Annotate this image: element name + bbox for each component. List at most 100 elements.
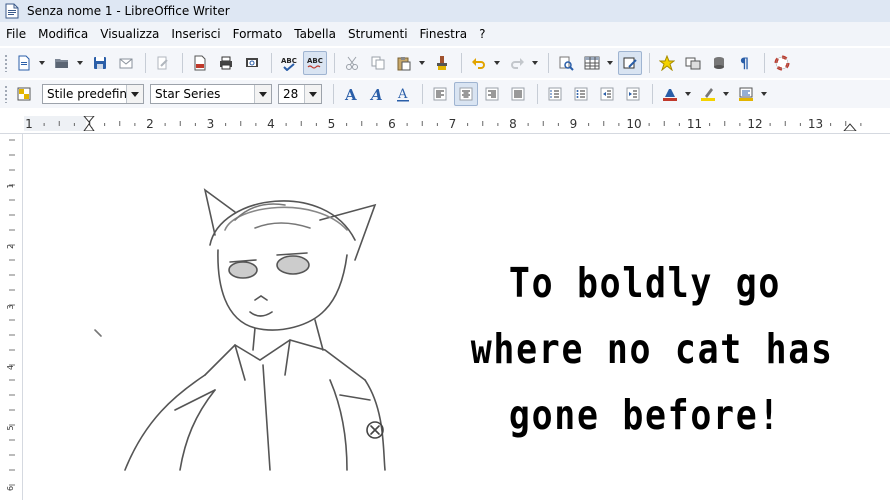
print-preview-icon: [246, 58, 258, 67]
ruler-tick-label: 2: [146, 117, 154, 131]
font-color-icon: [663, 89, 677, 101]
undo-button[interactable]: [467, 51, 491, 75]
menu-visualizza[interactable]: Visualizza: [94, 27, 165, 41]
bold-button[interactable]: A: [339, 82, 363, 106]
cut-button[interactable]: [340, 51, 364, 75]
export-pdf-button[interactable]: [188, 51, 212, 75]
font-color-dropdown[interactable]: [684, 82, 692, 106]
increase-indent-button[interactable]: [621, 82, 645, 106]
menu-strumenti[interactable]: Strumenti: [342, 27, 414, 41]
menu-tabella[interactable]: Tabella: [288, 27, 342, 41]
ruler-tick-label: 11: [687, 117, 702, 131]
menu-modifica[interactable]: Modifica: [32, 27, 94, 41]
bold-a-icon: A: [344, 86, 357, 102]
redo-dropdown[interactable]: [531, 51, 539, 75]
paragraph-style-combo[interactable]: Stile predefinito: [42, 84, 144, 104]
background-color-icon: [739, 87, 753, 101]
clone-formatting-button[interactable]: [430, 51, 454, 75]
find-replace-icon: [559, 56, 574, 71]
undo-dropdown[interactable]: [493, 51, 501, 75]
undo-icon: [472, 58, 485, 69]
help-button[interactable]: [770, 51, 794, 75]
quote-line-2: where no cat has: [470, 325, 834, 373]
floppy-disk-icon: [94, 57, 106, 69]
toolbar-grip[interactable]: [4, 54, 8, 72]
align-center-icon: [459, 87, 473, 101]
bullets-button[interactable]: [569, 82, 593, 106]
spellcheck-button[interactable]: ABC: [277, 51, 301, 75]
save-button[interactable]: [88, 51, 112, 75]
justify-icon: [511, 87, 525, 101]
ruler-tick-label: 9: [570, 117, 578, 131]
cat-sketch-image[interactable]: [85, 150, 400, 475]
data-sources-button[interactable]: [707, 51, 731, 75]
ruler-tick-label: 8: [509, 117, 517, 131]
align-right-icon: [485, 87, 499, 101]
toolbar-separator: [764, 53, 765, 73]
toolbar-separator: [652, 84, 653, 104]
vertical-ruler-scale: 123456: [6, 139, 15, 491]
highlighting-button[interactable]: [696, 82, 720, 106]
quote-line-1: To boldly go: [508, 259, 782, 307]
find-replace-button[interactable]: [554, 51, 578, 75]
menu-help[interactable]: ?: [473, 27, 491, 41]
open-dropdown[interactable]: [76, 51, 84, 75]
font-name-combo[interactable]: Star Series: [150, 84, 272, 104]
new-document-dropdown[interactable]: [38, 51, 46, 75]
autospellcheck-button[interactable]: ABC: [303, 51, 327, 75]
align-left-button[interactable]: [428, 82, 452, 106]
align-right-button[interactable]: [480, 82, 504, 106]
font-size-combo[interactable]: 28: [278, 84, 322, 104]
svg-text:¶: ¶: [740, 56, 749, 71]
vertical-ruler-tick-label: 6: [6, 486, 15, 491]
underline-button[interactable]: A: [391, 82, 415, 106]
decrease-indent-button[interactable]: [595, 82, 619, 106]
menu-finestra[interactable]: Finestra: [414, 27, 474, 41]
edit-mode-button[interactable]: [151, 51, 175, 75]
clipboard-icon: [397, 57, 411, 71]
paste-button[interactable]: [392, 51, 416, 75]
chevron-down-icon[interactable]: [126, 85, 143, 103]
horizontal-ruler[interactable]: 112345678910111213: [0, 113, 890, 238]
ruler-tick-label: 4: [267, 117, 275, 131]
redo-button[interactable]: [505, 51, 529, 75]
toolbar-separator: [461, 53, 462, 73]
background-color-dropdown[interactable]: [760, 82, 768, 106]
background-color-button[interactable]: [734, 82, 758, 106]
menu-formato[interactable]: Formato: [227, 27, 289, 41]
email-button[interactable]: [114, 51, 138, 75]
formatting-marks-button[interactable]: ¶: [733, 51, 757, 75]
paste-dropdown[interactable]: [418, 51, 426, 75]
show-draw-functions-button[interactable]: [618, 51, 642, 75]
svg-text:ABC: ABC: [281, 57, 297, 65]
printer-icon: [220, 56, 232, 70]
database-icon: [714, 57, 724, 69]
quote-text-block[interactable]: To boldly go where no cat has gone befor…: [470, 250, 834, 448]
justify-button[interactable]: [506, 82, 530, 106]
vertical-ruler[interactable]: 123456: [0, 134, 23, 500]
ruler-tick-label: 6: [388, 117, 396, 131]
menu-file[interactable]: File: [0, 27, 32, 41]
autospellcheck-icon: ABC: [307, 57, 323, 69]
menu-inserisci[interactable]: Inserisci: [165, 27, 226, 41]
insert-table-dropdown[interactable]: [606, 51, 614, 75]
italic-button[interactable]: A: [365, 82, 389, 106]
numbering-button[interactable]: [543, 82, 567, 106]
new-document-button[interactable]: [12, 51, 36, 75]
insert-table-button[interactable]: [580, 51, 604, 75]
align-center-button[interactable]: [454, 82, 478, 106]
chevron-down-icon[interactable]: [254, 85, 271, 103]
chevron-down-icon[interactable]: [304, 85, 321, 103]
italic-a-icon: A: [369, 86, 383, 102]
styles-button[interactable]: [12, 82, 36, 106]
font-color-button[interactable]: [658, 82, 682, 106]
highlighting-dropdown[interactable]: [722, 82, 730, 106]
gallery-icon: [685, 57, 701, 70]
copy-button[interactable]: [366, 51, 390, 75]
navigator-button[interactable]: [655, 51, 679, 75]
toolbar-grip[interactable]: [4, 85, 8, 103]
gallery-button[interactable]: [681, 51, 705, 75]
open-button[interactable]: [50, 51, 74, 75]
print-preview-button[interactable]: [240, 51, 264, 75]
print-button[interactable]: [214, 51, 238, 75]
